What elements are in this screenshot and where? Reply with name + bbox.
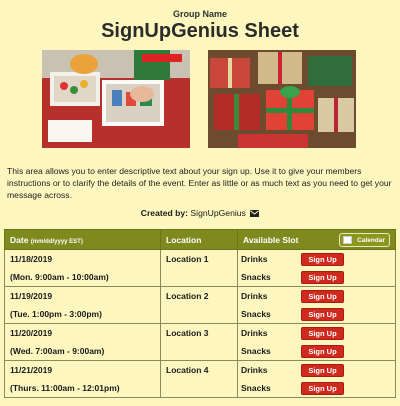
table-row: 11/18/2019 (Mon. 9:00am - 10:00am) Locat… [4, 249, 396, 287]
group-name: Group Name [172, 9, 227, 19]
sign-up-button[interactable]: Sign Up [301, 326, 344, 340]
row-date: 11/19/2019 [10, 291, 53, 301]
slot-item: Snacks Sign Up [238, 379, 395, 397]
location-cell: Location 3 [160, 323, 238, 361]
sign-up-button[interactable]: Sign Up [301, 363, 344, 377]
row-location: Location 3 [166, 328, 209, 338]
row-location: Location 4 [166, 365, 209, 375]
column-header-slot: Available Slot Calendar [237, 229, 396, 250]
slot-item: Drinks Sign Up [238, 287, 395, 305]
slot-item: Snacks Sign Up [238, 305, 395, 323]
date-cell: 11/19/2019 (Tue. 1:00pm - 3:00pm) [4, 286, 161, 324]
slot-cell: Drinks Sign Up Snacks Sign Up [237, 249, 396, 287]
sign-up-button[interactable]: Sign Up [301, 252, 344, 266]
row-time: (Wed. 7:00am - 9:00am) [10, 346, 105, 356]
column-header-date: Date (mm/dd/yyyy EST) [4, 229, 161, 250]
date-format-hint: (mm/dd/yyyy EST) [30, 238, 83, 245]
slot-item: Drinks Sign Up [238, 324, 395, 342]
row-date: 11/21/2019 [10, 365, 53, 375]
calendar-icon [343, 236, 352, 244]
slot-name: Snacks [241, 346, 271, 356]
table-row: 11/21/2019 (Thurs. 11:00am - 12:01pm) Lo… [4, 360, 396, 398]
slot-name: Drinks [241, 291, 268, 301]
mail-icon[interactable] [250, 210, 260, 217]
sign-up-button[interactable]: Sign Up [301, 344, 344, 358]
table-row: 11/20/2019 (Wed. 7:00am - 9:00am) Locati… [4, 323, 396, 361]
slot-cell: Drinks Sign Up Snacks Sign Up [237, 323, 396, 361]
created-by-label: Created by: [140, 208, 189, 218]
date-cell: 11/18/2019 (Mon. 9:00am - 10:00am) [4, 249, 161, 287]
header-image-presents [208, 50, 356, 148]
date-header-label: Date [10, 234, 29, 245]
row-time: (Thurs. 11:00am - 12:01pm) [10, 383, 120, 393]
slot-name: Drinks [241, 365, 268, 375]
row-time: (Mon. 9:00am - 10:00am) [10, 272, 109, 282]
column-header-location: Location [160, 229, 238, 250]
row-date: 11/18/2019 [10, 254, 53, 264]
slot-item: Snacks Sign Up [238, 268, 395, 286]
creator-name: SignUpGenius [190, 208, 246, 218]
row-location: Location 2 [166, 291, 209, 301]
row-date: 11/20/2019 [10, 328, 53, 338]
sign-up-button[interactable]: Sign Up [301, 381, 344, 395]
sheet-title: SignUpGenius Sheet [101, 20, 299, 42]
slot-name: Drinks [241, 254, 268, 264]
calendar-button[interactable]: Calendar [339, 233, 390, 247]
table-row: 11/19/2019 (Tue. 1:00pm - 3:00pm) Locati… [4, 286, 396, 324]
location-cell: Location 1 [160, 249, 238, 287]
slot-item: Snacks Sign Up [238, 342, 395, 360]
slot-name: Snacks [241, 383, 271, 393]
slot-name: Snacks [241, 309, 271, 319]
slot-name: Drinks [241, 328, 268, 338]
date-cell: 11/20/2019 (Wed. 7:00am - 9:00am) [4, 323, 161, 361]
slot-item: Drinks Sign Up [238, 361, 395, 379]
slot-cell: Drinks Sign Up Snacks Sign Up [237, 286, 396, 324]
row-location: Location 1 [166, 254, 209, 264]
date-cell: 11/21/2019 (Thurs. 11:00am - 12:01pm) [4, 360, 161, 398]
signup-table: Date (mm/dd/yyyy EST) Location Available… [4, 229, 396, 398]
calendar-button-label: Calendar [357, 236, 385, 244]
row-time: (Tue. 1:00pm - 3:00pm) [10, 309, 102, 319]
sign-up-button[interactable]: Sign Up [301, 270, 344, 284]
table-header-row: Date (mm/dd/yyyy EST) Location Available… [4, 229, 396, 250]
sign-up-description: This area allows you to enter descriptiv… [7, 166, 392, 200]
slot-cell: Drinks Sign Up Snacks Sign Up [237, 360, 396, 398]
sign-up-button[interactable]: Sign Up [301, 307, 344, 321]
sign-up-button[interactable]: Sign Up [301, 289, 344, 303]
location-cell: Location 4 [160, 360, 238, 398]
header-image-gift-boxes [42, 50, 190, 148]
slot-header-label: Available Slot [243, 234, 299, 245]
location-cell: Location 2 [160, 286, 238, 324]
created-by: Created by: SignUpGenius [0, 208, 400, 218]
slot-item: Drinks Sign Up [238, 250, 395, 268]
slot-name: Snacks [241, 272, 271, 282]
